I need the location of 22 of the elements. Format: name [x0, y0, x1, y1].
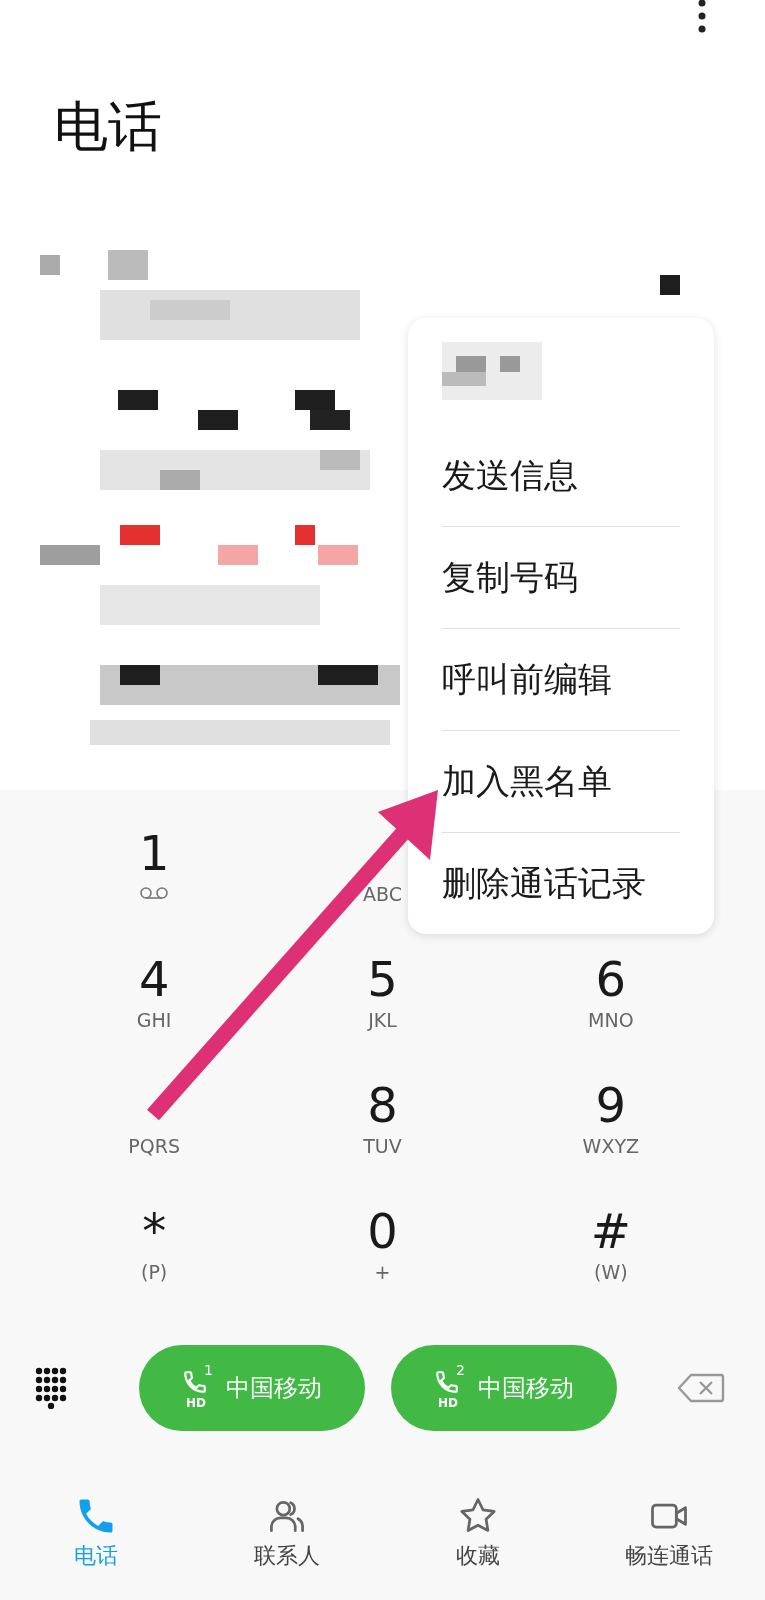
dial-key[interactable]: 9 WXYZ	[535, 1072, 686, 1198]
menu-item[interactable]: 呼叫前编辑	[442, 628, 680, 730]
dial-key[interactable]: 6 MNO	[535, 946, 686, 1072]
menu-item[interactable]: 复制号码	[442, 526, 680, 628]
dial-key[interactable]: # (W)	[535, 1198, 686, 1324]
nav-tab[interactable]: 畅连通话	[573, 1494, 765, 1570]
backspace-icon[interactable]	[677, 1373, 725, 1403]
nav-tab[interactable]: 收藏	[382, 1494, 574, 1570]
menu-item[interactable]: 删除通话记录	[442, 832, 680, 934]
voicemail-icon	[139, 886, 170, 900]
dial-key[interactable]: 0 +	[307, 1198, 458, 1324]
dialpad-icon[interactable]	[35, 1367, 67, 1409]
dial-key[interactable]: 5 JKL	[307, 946, 458, 1072]
menu-item[interactable]: 发送信息	[442, 424, 680, 526]
nav-tab[interactable]: 联系人	[191, 1494, 383, 1570]
dial-key[interactable]: 4 GHI	[79, 946, 230, 1072]
dial-key[interactable]: * (P)	[79, 1198, 230, 1324]
dial-key[interactable]: 1	[79, 820, 230, 946]
dial-key[interactable]: 8 TUV	[307, 1072, 458, 1198]
page-title: 电话	[54, 94, 162, 160]
menu-item[interactable]: 加入黑名单	[442, 730, 680, 832]
dial-key[interactable]: PQRS	[79, 1072, 230, 1198]
